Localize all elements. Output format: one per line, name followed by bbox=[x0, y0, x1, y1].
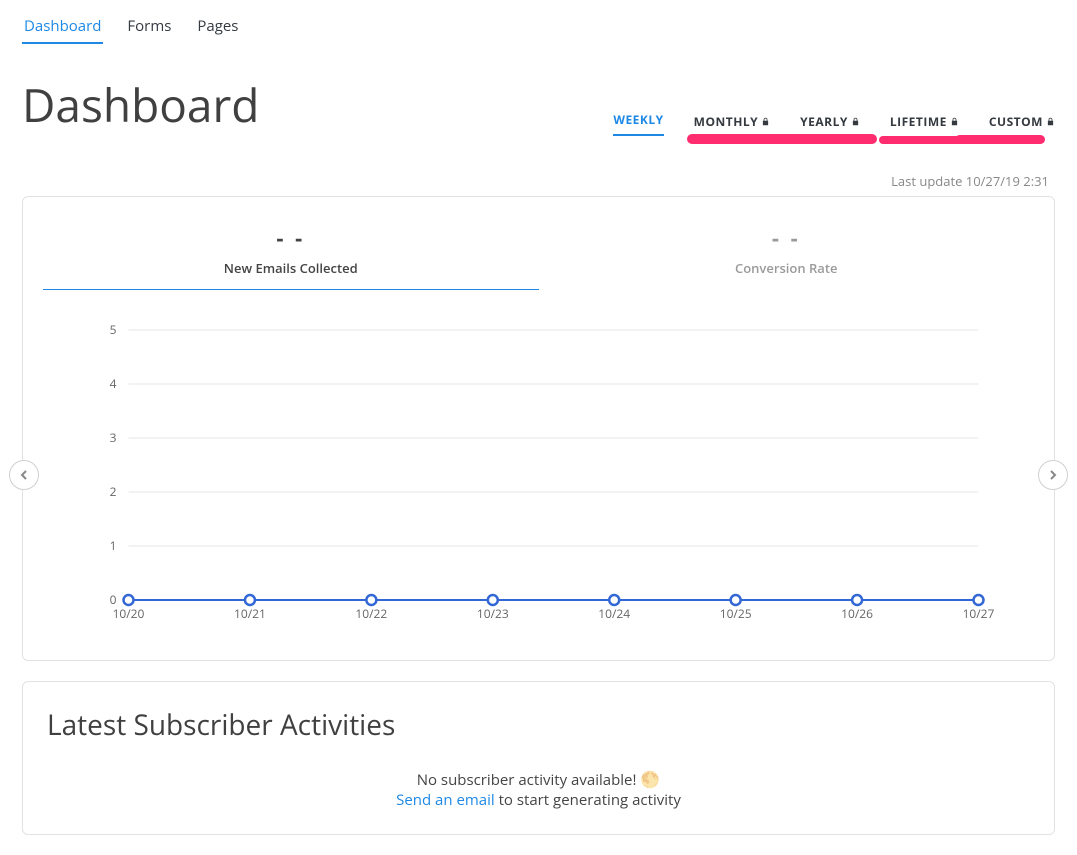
period-lifetime[interactable]: LIFETIME bbox=[890, 113, 959, 136]
page-title: Dashboard bbox=[22, 74, 259, 136]
send-email-link[interactable]: Send an email bbox=[396, 790, 495, 810]
svg-text:5: 5 bbox=[110, 321, 117, 338]
annotation-highlight bbox=[955, 135, 1045, 144]
period-weekly[interactable]: WEEKLY bbox=[613, 111, 663, 136]
svg-text:10/24: 10/24 bbox=[598, 605, 630, 622]
svg-text:10/22: 10/22 bbox=[355, 605, 387, 622]
last-update: Last update 10/27/19 2:31 bbox=[0, 136, 1077, 196]
period-label: CUSTOM bbox=[989, 113, 1043, 130]
period-label: WEEKLY bbox=[613, 111, 663, 128]
svg-text:3: 3 bbox=[110, 429, 117, 446]
line-chart: 01234510/2010/2110/2210/2310/2410/2510/2… bbox=[43, 310, 1034, 630]
activities-after-link: to start generating activity bbox=[495, 790, 681, 810]
moon-emoji: 🌕 bbox=[640, 768, 660, 790]
nav-pages[interactable]: Pages bbox=[195, 10, 240, 44]
chevron-right-icon bbox=[1048, 470, 1058, 480]
lock-icon bbox=[761, 117, 770, 126]
lock-icon bbox=[1046, 117, 1055, 126]
stat-value: - - bbox=[43, 223, 539, 253]
period-tabs: WEEKLY MONTHLY YEARLY LIFETIME CUSTOM bbox=[613, 111, 1055, 136]
lock-icon bbox=[851, 117, 860, 126]
nav-dashboard[interactable]: Dashboard bbox=[22, 10, 103, 44]
svg-text:2: 2 bbox=[110, 483, 117, 500]
period-yearly[interactable]: YEARLY bbox=[800, 113, 860, 136]
svg-text:10/25: 10/25 bbox=[720, 605, 752, 622]
chart-card: - - New Emails Collected - - Conversion … bbox=[22, 196, 1055, 661]
svg-text:10/23: 10/23 bbox=[477, 605, 509, 622]
stat-label: New Emails Collected bbox=[43, 259, 539, 277]
lock-icon bbox=[950, 117, 959, 126]
svg-text:4: 4 bbox=[110, 375, 117, 392]
svg-text:10/27: 10/27 bbox=[963, 605, 995, 622]
activities-card: Latest Subscriber Activities No subscrib… bbox=[22, 681, 1055, 835]
annotation-highlight bbox=[687, 134, 877, 144]
svg-text:10/20: 10/20 bbox=[113, 605, 145, 622]
svg-text:1: 1 bbox=[110, 537, 117, 554]
chart-prev-button[interactable] bbox=[9, 460, 39, 490]
period-monthly[interactable]: MONTHLY bbox=[694, 113, 771, 136]
stat-tab-conversion[interactable]: - - Conversion Rate bbox=[539, 217, 1035, 290]
chart-next-button[interactable] bbox=[1038, 460, 1068, 490]
top-nav: Dashboard Forms Pages bbox=[0, 0, 1077, 44]
svg-text:10/21: 10/21 bbox=[234, 605, 266, 622]
stat-tab-emails[interactable]: - - New Emails Collected bbox=[43, 217, 539, 290]
activities-empty-text: No subscriber activity available! bbox=[417, 770, 637, 790]
svg-text:10/26: 10/26 bbox=[841, 605, 873, 622]
stat-value: - - bbox=[539, 223, 1035, 253]
chevron-left-icon bbox=[19, 470, 29, 480]
activities-title: Latest Subscriber Activities bbox=[47, 706, 1030, 744]
activities-cta-line: Send an email to start generating activi… bbox=[47, 790, 1030, 810]
stat-label: Conversion Rate bbox=[539, 259, 1035, 277]
nav-forms[interactable]: Forms bbox=[125, 10, 173, 44]
period-label: LIFETIME bbox=[890, 113, 947, 130]
period-label: MONTHLY bbox=[694, 113, 759, 130]
activities-empty-line: No subscriber activity available! 🌕 bbox=[47, 768, 1030, 790]
period-label: YEARLY bbox=[800, 113, 848, 130]
period-custom[interactable]: CUSTOM bbox=[989, 113, 1055, 136]
